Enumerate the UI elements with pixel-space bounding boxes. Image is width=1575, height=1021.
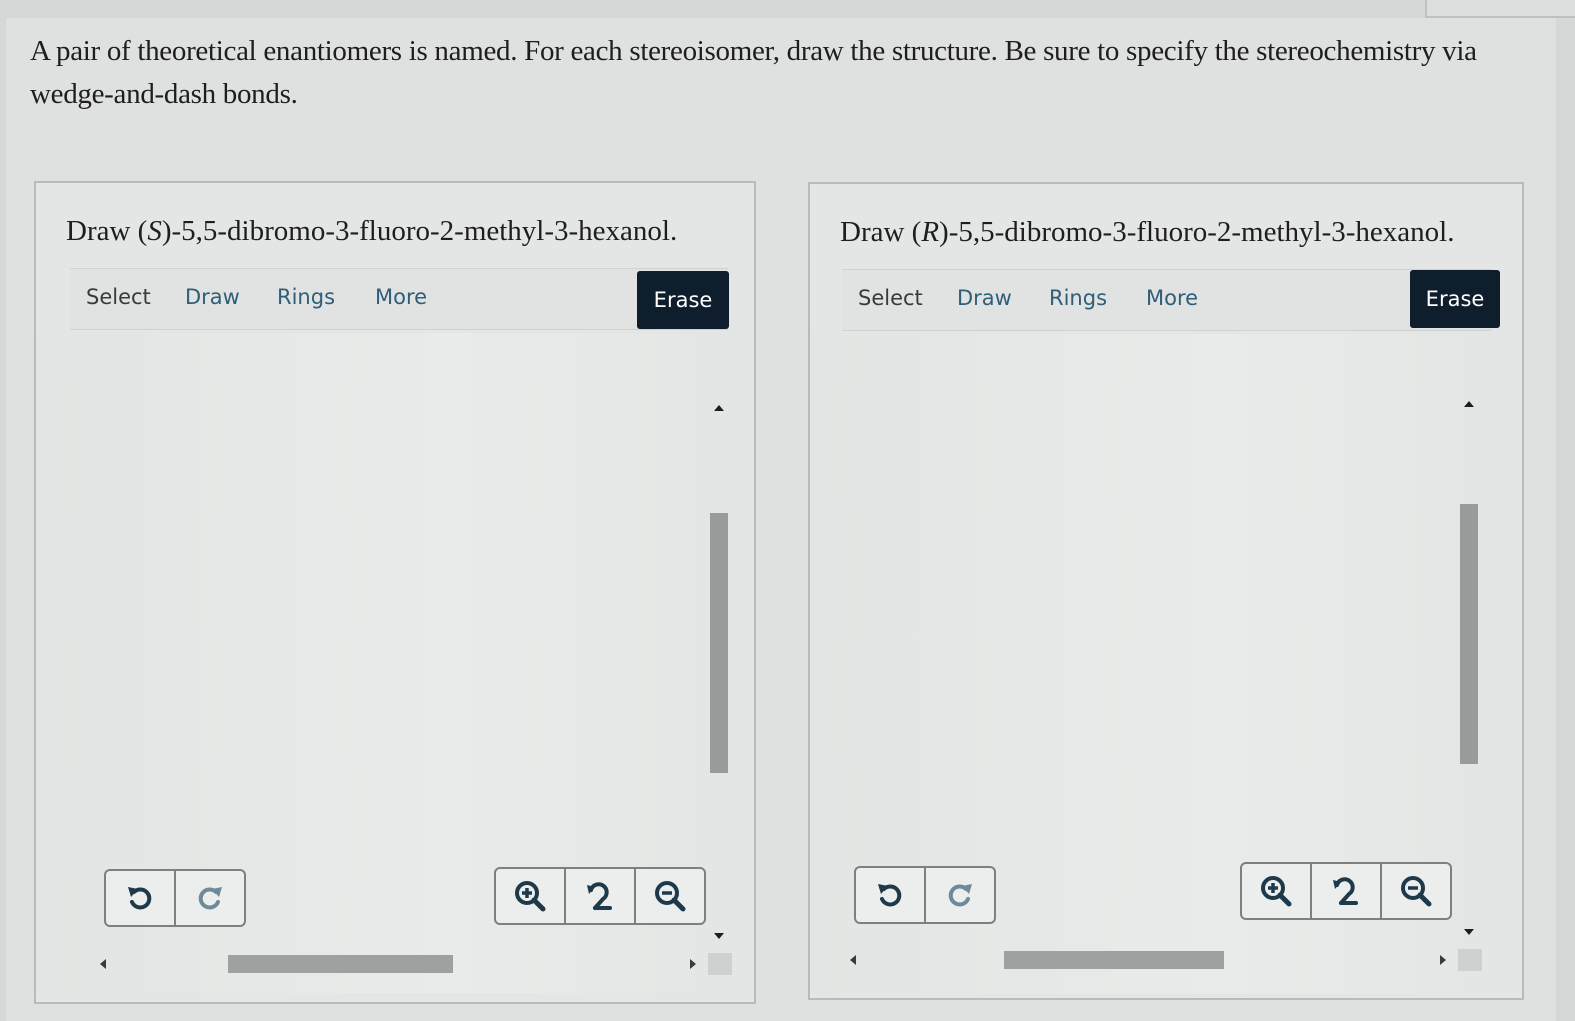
zoom-out-button[interactable] [636, 869, 704, 923]
undo-icon [878, 884, 902, 907]
horizontal-scrollbar[interactable] [96, 953, 736, 975]
redo-button[interactable] [926, 868, 994, 922]
undo-button[interactable] [856, 868, 926, 922]
scroll-left-arrow-icon[interactable] [100, 959, 106, 969]
top-right-tab [1425, 0, 1575, 18]
erase-button[interactable]: Erase [1410, 270, 1500, 328]
redo-icon [198, 887, 222, 910]
scroll-right-arrow-icon[interactable] [1440, 955, 1446, 965]
history-controls [104, 869, 246, 927]
scroll-thumb[interactable] [1460, 504, 1478, 764]
scroll-down-arrow-icon[interactable] [1464, 929, 1474, 935]
zoom-reset-icon [587, 882, 612, 910]
scroll-corner [708, 953, 732, 975]
scroll-thumb[interactable] [710, 513, 728, 773]
drawing-panel-s: Draw (S)-5,5-dibromo-3-fluoro-2-methyl-3… [34, 181, 756, 1004]
scroll-thumb[interactable] [1004, 951, 1224, 969]
drawing-toolbar: Select Draw Rings More Erase [70, 268, 729, 330]
zoom-in-button[interactable] [1242, 864, 1312, 918]
title-suffix: )-5,5-dibromo-3-fluoro-2-methyl-3-hexano… [939, 216, 1455, 248]
erase-button[interactable]: Erase [637, 271, 729, 329]
panel-title: Draw (R)-5,5-dibromo-3-fluoro-2-methyl-3… [840, 216, 1454, 249]
redo-button[interactable] [176, 871, 244, 925]
select-tool[interactable]: Select [86, 285, 151, 309]
zoom-reset-button[interactable] [1312, 864, 1382, 918]
draw-tool[interactable]: Draw [957, 286, 1012, 310]
scroll-right-arrow-icon[interactable] [690, 959, 696, 969]
zoom-out-icon [1401, 876, 1432, 907]
scroll-up-arrow-icon[interactable] [714, 405, 724, 411]
stereo-descriptor: S [147, 215, 162, 247]
drawing-toolbar: Select Draw Rings More Erase [842, 269, 1500, 331]
zoom-in-icon [515, 881, 546, 912]
zoom-out-icon [655, 881, 686, 912]
question-prompt: A pair of theoretical enantiomers is nam… [30, 35, 1477, 110]
rings-tool[interactable]: Rings [1049, 286, 1107, 310]
title-prefix: Draw ( [66, 215, 148, 247]
draw-tool[interactable]: Draw [185, 285, 240, 309]
drawing-panel-r: Draw (R)-5,5-dibromo-3-fluoro-2-methyl-3… [808, 182, 1524, 1000]
zoom-reset-icon [1333, 877, 1358, 905]
horizontal-scrollbar[interactable] [846, 949, 1486, 971]
select-tool[interactable]: Select [858, 286, 923, 310]
undo-button[interactable] [106, 871, 176, 925]
panel-title: Draw (S)-5,5-dibromo-3-fluoro-2-methyl-3… [66, 215, 677, 248]
stereo-descriptor: R [921, 216, 940, 248]
history-controls [854, 866, 996, 924]
scroll-corner [1458, 949, 1482, 971]
vertical-scrollbar[interactable] [1458, 389, 1480, 959]
scroll-up-arrow-icon[interactable] [1464, 401, 1474, 407]
undo-icon [128, 887, 152, 910]
zoom-controls [494, 867, 706, 925]
redo-icon [948, 884, 972, 907]
zoom-out-button[interactable] [1382, 864, 1450, 918]
zoom-in-button[interactable] [496, 869, 566, 923]
title-prefix: Draw ( [840, 216, 922, 248]
more-tool[interactable]: More [375, 285, 427, 309]
title-suffix: )-5,5-dibromo-3-fluoro-2-methyl-3-hexano… [161, 215, 678, 247]
more-tool[interactable]: More [1146, 286, 1198, 310]
zoom-in-icon [1261, 876, 1292, 907]
rings-tool[interactable]: Rings [277, 285, 335, 309]
zoom-reset-button[interactable] [566, 869, 636, 923]
vertical-scrollbar[interactable] [708, 393, 730, 963]
scroll-left-arrow-icon[interactable] [850, 955, 856, 965]
scroll-thumb[interactable] [228, 955, 453, 973]
scroll-down-arrow-icon[interactable] [714, 933, 724, 939]
zoom-controls [1240, 862, 1452, 920]
